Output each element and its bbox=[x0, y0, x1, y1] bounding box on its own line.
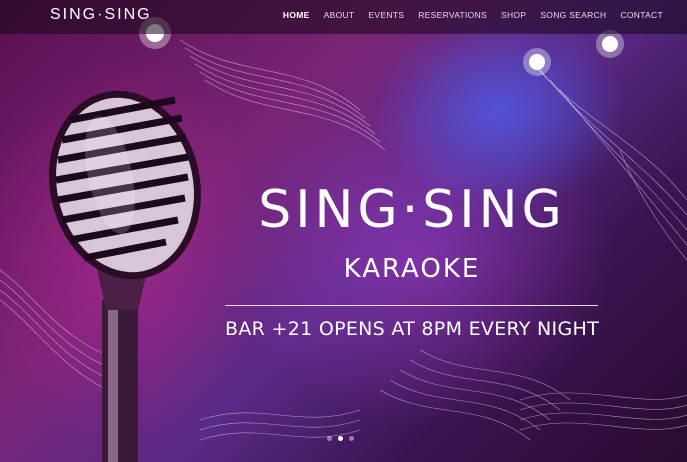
nav-item-home[interactable]: HOME bbox=[283, 10, 310, 20]
hero-tagline: BAR +21 OPENS AT 8PM EVERY NIGHT bbox=[225, 318, 599, 340]
hero-section: SING·SING HOME ABOUT EVENTS RESERVATIONS… bbox=[0, 0, 687, 462]
site-logo[interactable]: SING·SING bbox=[50, 6, 152, 24]
slider-dot[interactable] bbox=[349, 436, 354, 441]
vintage-microphone-icon bbox=[49, 90, 201, 462]
top-navbar: SING·SING HOME ABOUT EVENTS RESERVATIONS… bbox=[0, 0, 687, 34]
nav-item-reservations[interactable]: RESERVATIONS bbox=[418, 10, 487, 20]
nav-item-song-search[interactable]: SONG SEARCH bbox=[540, 10, 606, 20]
main-nav: HOME ABOUT EVENTS RESERVATIONS SHOP SONG… bbox=[283, 10, 663, 20]
nav-item-shop[interactable]: SHOP bbox=[501, 10, 526, 20]
hero-subtitle: KARAOKE bbox=[343, 254, 481, 284]
slider-dot-active[interactable] bbox=[338, 436, 343, 441]
nav-item-events[interactable]: EVENTS bbox=[368, 10, 404, 20]
nav-item-contact[interactable]: CONTACT bbox=[620, 10, 663, 20]
nav-item-about[interactable]: ABOUT bbox=[324, 10, 355, 20]
hero-divider bbox=[225, 305, 598, 306]
hero-title: SING·SING bbox=[258, 180, 566, 240]
slider-pagination bbox=[327, 436, 354, 441]
slider-dot[interactable] bbox=[327, 436, 332, 441]
